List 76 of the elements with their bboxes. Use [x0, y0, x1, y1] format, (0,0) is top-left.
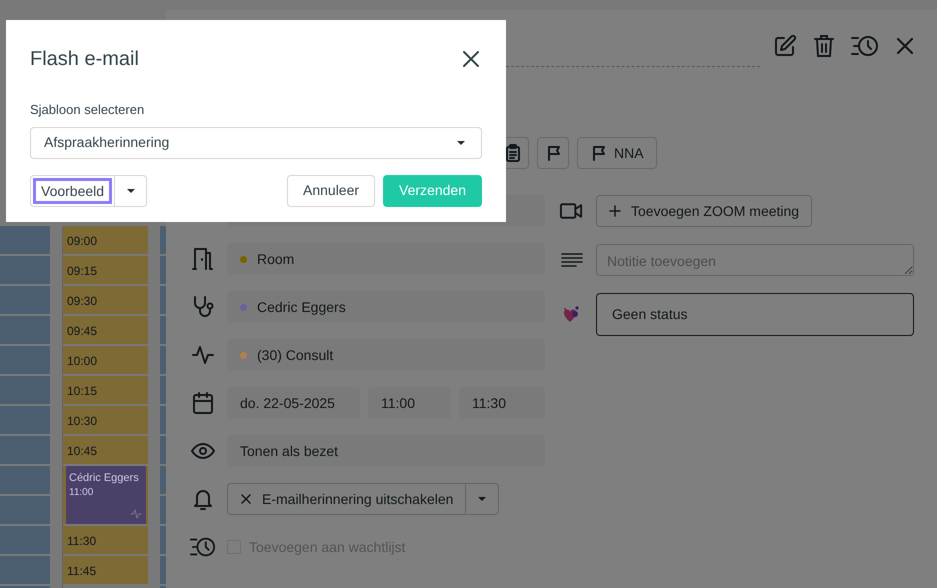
caret-icon: [476, 494, 488, 504]
preview-button[interactable]: Voorbeeld: [33, 178, 112, 204]
calendar-cell: [0, 376, 50, 404]
event-time: 11:00: [69, 486, 94, 500]
time-slot[interactable]: 10:00: [63, 346, 148, 374]
calendar-icon: [191, 391, 215, 415]
event-name: Cédric Eggers: [69, 471, 139, 486]
appointment-event[interactable]: Cédric Eggers 11:00: [66, 466, 146, 524]
edit-icon[interactable]: [773, 34, 797, 58]
clipboard-icon: [505, 144, 521, 162]
practitioner-select[interactable]: Cedric Eggers: [227, 291, 545, 323]
time-slot[interactable]: 09:30: [63, 286, 148, 314]
cancel-button[interactable]: Annuleer: [287, 174, 376, 206]
send-button[interactable]: Verzenden: [383, 174, 482, 206]
time-slot[interactable]: 09:00: [63, 226, 148, 254]
calendar-cell: [0, 226, 50, 254]
calendar-cell: [160, 286, 166, 314]
calendar-cell: [0, 496, 50, 524]
close-icon: [240, 493, 252, 505]
room-select[interactable]: Room: [227, 243, 545, 275]
calendar-cell: [160, 466, 166, 494]
calendar-cell: [160, 556, 166, 584]
time-slot[interactable]: 10:15: [63, 376, 148, 404]
calendar-cell: [0, 526, 50, 554]
plus-icon: [609, 205, 621, 217]
time-slot[interactable]: 11:45: [63, 556, 148, 584]
close-icon[interactable]: [895, 36, 915, 56]
video-camera-icon: [559, 201, 584, 221]
select-value: Afspraakherinnering: [44, 133, 170, 152]
time-slot[interactable]: 10:30: [63, 406, 148, 434]
activity-icon: [130, 508, 142, 520]
date-field[interactable]: do. 22-05-2025: [227, 387, 360, 419]
start-time-field[interactable]: 11:00: [368, 387, 451, 419]
heart-icon: [562, 306, 582, 324]
door-icon: [191, 247, 215, 271]
calendar-cell: [160, 436, 166, 464]
field-label: Sjabloon selecteren: [30, 101, 146, 119]
time-slot[interactable]: 10:45: [63, 436, 148, 464]
calendar-cell: [160, 226, 166, 254]
text-lines-icon: [560, 252, 582, 268]
dialog-title: Flash e-mail: [30, 47, 139, 72]
flag-button[interactable]: [537, 137, 569, 169]
flag-icon: [590, 145, 606, 161]
waitlist-clock-icon: [190, 535, 216, 559]
calendar-cell: [0, 556, 50, 584]
flag-icon: [545, 145, 561, 161]
add-zoom-meeting-button[interactable]: Toevoegen ZOOM meeting: [596, 195, 812, 227]
close-icon[interactable]: [462, 50, 480, 68]
calendar-cell: [160, 256, 166, 284]
time-slot[interactable]: 11:30: [63, 526, 148, 554]
calendar-cell: [0, 346, 50, 374]
calendar-cell: [160, 406, 166, 434]
calendar-cell: [0, 436, 50, 464]
end-time-field[interactable]: 11:30: [459, 387, 545, 419]
calendar-cell: [160, 526, 166, 554]
calendar-cell: [0, 406, 50, 434]
calendar-cell: [0, 256, 50, 284]
calendar-cell: [0, 316, 50, 344]
delete-icon[interactable]: [813, 34, 835, 58]
calendar-cell: [160, 376, 166, 404]
calendar-cell: [0, 286, 50, 314]
calendar-cell: [0, 466, 50, 494]
calendar-cell: [160, 496, 166, 524]
calendar-cell: [160, 346, 166, 374]
stethoscope-icon: [191, 295, 215, 319]
calendar-cell: [160, 316, 166, 344]
template-select[interactable]: Afspraakherinnering: [30, 126, 482, 158]
appointment-type-select[interactable]: (30) Consult: [227, 339, 545, 371]
status-select[interactable]: Geen status: [596, 293, 914, 336]
flag-button[interactable]: NNA: [577, 137, 657, 169]
waitlist-clock-icon[interactable]: [851, 34, 879, 58]
visibility-select[interactable]: Tonen als bezet: [227, 435, 545, 467]
time-slot[interactable]: 09:45: [63, 316, 148, 344]
time-slot[interactable]: 09:15: [63, 256, 148, 284]
activity-icon: [191, 343, 215, 367]
bell-icon: [191, 487, 215, 511]
